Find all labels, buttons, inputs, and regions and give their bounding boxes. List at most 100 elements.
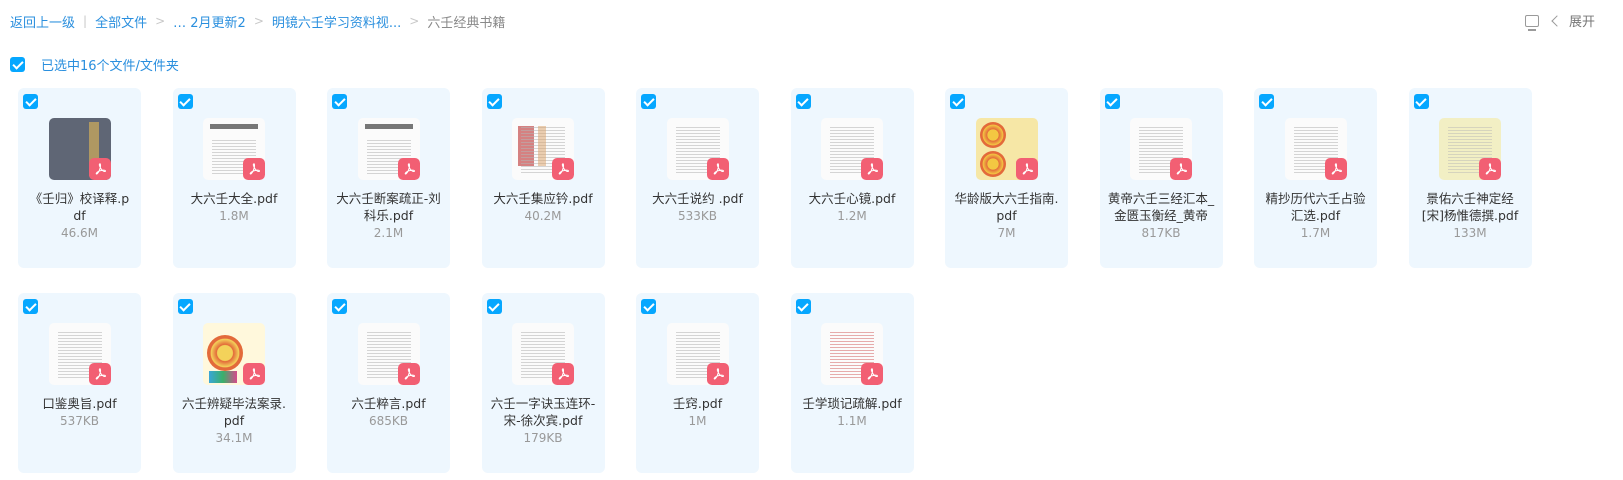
file-item[interactable]: 壬窍.pdf 1M (636, 293, 759, 473)
expand-label: 展开 (1568, 15, 1595, 30)
file-name: 黄帝六壬三经汇本_金匮玉衡经_黄帝 (1107, 191, 1215, 223)
file-item[interactable]: 口鉴奥旨.pdf 537KB (18, 293, 141, 473)
file-checkbox[interactable] (795, 94, 811, 109)
file-thumbnail (357, 323, 420, 385)
file-item[interactable]: 大六壬断案疏正-刘科乐.pdf 2.1M (327, 88, 450, 268)
pdf-icon (88, 158, 111, 180)
file-item[interactable]: 大六壬心镜.pdf 1.2M (790, 88, 914, 268)
breadcrumb-all-files[interactable]: 全部文件 (95, 12, 147, 31)
pdf-icon (552, 158, 574, 180)
file-checkbox[interactable] (795, 299, 811, 314)
file-size: 1.8M (219, 209, 249, 223)
pdf-icon (1324, 158, 1347, 180)
file-thumbnail (821, 118, 883, 180)
chevron-left-icon (1551, 14, 1563, 27)
file-checkbox[interactable] (486, 299, 502, 314)
pdf-icon (397, 363, 420, 385)
file-checkbox[interactable] (641, 299, 656, 314)
file-item[interactable]: 精抄历代六壬占验汇选.pdf 1.7M (1254, 88, 1377, 268)
file-checkbox[interactable] (23, 94, 38, 109)
breadcrumb-separator: > (409, 14, 420, 28)
breadcrumb-separator: > (253, 14, 264, 28)
file-checkbox[interactable] (1413, 94, 1429, 109)
pdf-icon (861, 363, 883, 385)
breadcrumb-current: 六壬经典书籍 (427, 15, 506, 31)
breadcrumb: 返回上一级 | 全部文件 > … 2月更新2 > 明镜六壬学习资料视... > … (10, 11, 505, 31)
file-checkbox[interactable] (1259, 94, 1274, 109)
file-item[interactable]: 景佑六壬神定经[宋]杨惟德撰.pdf 133M (1408, 88, 1532, 268)
pdf-icon (397, 158, 420, 180)
file-checkbox[interactable] (177, 299, 193, 314)
pdf-icon (243, 158, 265, 180)
toolbar-right: 展开 (1524, 11, 1595, 31)
file-name: 景佑六壬神定经[宋]杨惟德撰.pdf (1421, 191, 1519, 223)
breadcrumb-parent[interactable]: 明镜六壬学习资料视... (272, 12, 401, 31)
file-grid: 《壬归》校译释.pdf 46.6M 大六壬大全.pdf 1.8M 大六壬断案疏正-刘科乐… (18, 88, 1548, 473)
file-size: 1.1M (837, 414, 867, 428)
pdf-icon (706, 363, 729, 385)
file-checkbox[interactable] (641, 94, 656, 109)
breadcrumb-ellipsis[interactable]: … 2月更新2 (173, 12, 246, 31)
file-checkbox[interactable] (332, 94, 347, 109)
file-item[interactable]: 大六壬大全.pdf 1.8M (172, 88, 296, 268)
selection-count-label: 已选中16个文件/文件夹 (41, 59, 179, 74)
select-all-checkbox[interactable] (10, 57, 25, 72)
breadcrumb-divider: | (83, 14, 88, 28)
file-size: 817KB (1141, 226, 1181, 240)
file-item[interactable]: 六壬粹言.pdf 685KB (327, 293, 450, 473)
file-thumbnail (1130, 118, 1192, 180)
file-size: 7M (997, 226, 1016, 240)
file-thumbnail (357, 118, 420, 180)
file-checkbox[interactable] (23, 299, 38, 314)
file-name: 大六壬说约 .pdf (652, 191, 743, 206)
pdf-icon (1479, 158, 1501, 180)
file-size: 179KB (523, 431, 563, 445)
file-checkbox[interactable] (177, 94, 193, 109)
pdf-icon (243, 363, 265, 385)
file-size: 685KB (368, 414, 408, 428)
pdf-icon (88, 363, 111, 385)
file-item[interactable]: 大六壬集应钤.pdf 40.2M (481, 88, 605, 268)
file-thumbnail (48, 118, 111, 180)
file-item[interactable]: 黄帝六壬三经汇本_金匮玉衡经_黄帝 817KB (1099, 88, 1223, 268)
file-thumbnail (666, 118, 729, 180)
file-checkbox[interactable] (950, 94, 965, 109)
file-name: 精抄历代六壬占验汇选.pdf (1265, 191, 1366, 223)
file-name: 大六壬大全.pdf (190, 191, 278, 206)
file-name: 《壬归》校译释.pdf (29, 191, 130, 223)
file-name: 六壬辨疑毕法案录.pdf (182, 396, 286, 428)
file-thumbnail (975, 118, 1038, 180)
pdf-icon (706, 158, 729, 180)
pdf-icon (861, 158, 883, 180)
file-thumbnail (821, 323, 883, 385)
file-checkbox[interactable] (486, 94, 502, 109)
file-item[interactable]: 六壬辨疑毕法案录.pdf 34.1M (172, 293, 296, 473)
file-name: 口鉴奥旨.pdf (42, 396, 117, 411)
file-size: 1M (688, 414, 707, 428)
file-size: 46.6M (60, 226, 99, 240)
back-link[interactable]: 返回上一级 (10, 12, 75, 31)
file-checkbox[interactable] (1104, 94, 1120, 109)
file-size: 133M (1453, 226, 1487, 240)
file-size: 34.1M (215, 431, 253, 445)
file-checkbox[interactable] (332, 299, 347, 314)
file-thumbnail (48, 323, 111, 385)
file-name: 六壬一字诀玉连环-宋-徐次宾.pdf (490, 396, 596, 428)
file-item[interactable]: 《壬归》校译释.pdf 46.6M (18, 88, 141, 268)
pdf-icon (552, 363, 574, 385)
file-name: 壬窍.pdf (672, 396, 723, 411)
file-item[interactable]: 壬学琐记疏解.pdf 1.1M (790, 293, 914, 473)
file-thumbnail (512, 118, 574, 180)
file-name: 华龄版大六壬指南.pdf (954, 191, 1059, 223)
file-thumbnail (666, 323, 729, 385)
file-item[interactable]: 大六壬说约 .pdf 533KB (636, 88, 759, 268)
file-thumbnail (1284, 118, 1347, 180)
list-view-icon[interactable] (1524, 14, 1539, 31)
pdf-icon (1015, 158, 1038, 180)
file-thumbnail (203, 118, 265, 180)
breadcrumb-separator: > (155, 14, 166, 28)
expand-button[interactable]: 展开 (1551, 11, 1595, 30)
file-item[interactable]: 华龄版大六壬指南.pdf 7M (945, 88, 1068, 268)
file-item[interactable]: 六壬一字诀玉连环-宋-徐次宾.pdf 179KB (481, 293, 605, 473)
file-size: 2.1M (373, 226, 404, 240)
